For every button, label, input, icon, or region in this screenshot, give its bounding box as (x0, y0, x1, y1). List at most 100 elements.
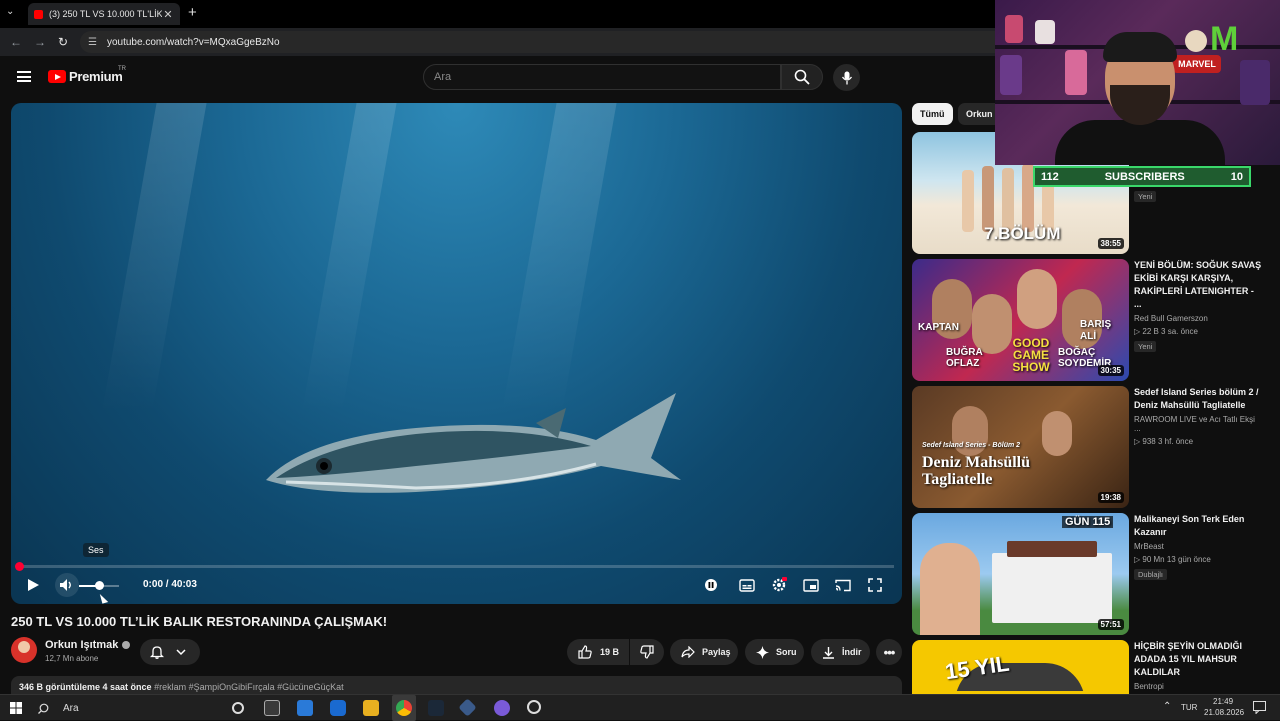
search-icon (38, 703, 49, 714)
subscriber-goal-target: 10 (1230, 170, 1243, 183)
chrome-icon[interactable] (396, 700, 412, 716)
new-tab-button[interactable]: + (188, 4, 197, 21)
thumbnail-name: BARIŞ ALİ (1080, 319, 1112, 342)
volume-thumb[interactable] (95, 581, 104, 590)
notifications-icon[interactable] (1253, 701, 1266, 714)
more-actions-button[interactable]: ••• (876, 639, 902, 665)
settings-button[interactable] (767, 573, 791, 597)
task-view-icon[interactable] (232, 702, 244, 714)
like-button[interactable]: 19 B (567, 639, 629, 665)
tab-title: (3) 250 TL VS 10.000 TL'LİK BALI (49, 9, 162, 19)
back-arrow-icon[interactable]: ← (10, 35, 22, 49)
recommendation-title[interactable]: Malikaneyi Son Terk Eden Kazanır (1134, 513, 1262, 539)
windows-start-icon[interactable] (10, 702, 22, 714)
recommendation-title[interactable]: YENİ BÖLÜM: SOĞUK SAVAŞ EKİBİ KARŞI KARŞ… (1134, 259, 1262, 311)
recommendation-channel[interactable]: Bentropi (1134, 682, 1262, 691)
input-language[interactable]: TUR (1181, 703, 1197, 712)
hamburger-menu-icon[interactable] (17, 71, 31, 82)
mail-icon[interactable] (330, 700, 346, 716)
subscriber-goal-current: 112 (1041, 170, 1059, 183)
obs-icon[interactable] (527, 700, 541, 714)
miniplayer-button[interactable] (799, 573, 823, 597)
bell-icon (150, 646, 164, 659)
views-and-date: 346 B görüntüleme 4 saat önce (19, 682, 152, 692)
play-button[interactable] (23, 573, 43, 597)
subtitles-icon (739, 578, 755, 592)
verified-badge-icon (122, 641, 131, 650)
gear-icon (772, 577, 787, 592)
video-thumbnail[interactable]: KAPTAN BARIŞ ALİ BUĞRA OFLAZ GOOD GAME S… (912, 259, 1129, 381)
app-icon[interactable] (458, 698, 477, 717)
sparkle-icon (756, 645, 769, 659)
download-label: İndir (842, 647, 862, 657)
description-box[interactable]: 346 B görüntüleme 4 saat önce #reklam #Ş… (11, 676, 902, 696)
search-icon (794, 69, 810, 85)
autoplay-toggle[interactable] (701, 573, 721, 597)
recommendation-info: Malikaneyi Son Terk Eden Kazanır MrBeast… (1134, 513, 1262, 582)
steam-icon[interactable] (428, 700, 444, 716)
youtube-favicon-icon (34, 9, 43, 19)
cast-button[interactable] (831, 573, 855, 597)
channel-name-row[interactable]: Orkun Işıtmak (45, 639, 131, 651)
progress-bar[interactable] (15, 562, 894, 571)
duration-badge: 19:38 (1097, 492, 1124, 503)
light-ray (101, 103, 211, 413)
discord-icon[interactable] (494, 700, 510, 716)
channel-avatar[interactable] (11, 637, 37, 663)
subscribe-notification-button[interactable] (140, 639, 200, 665)
collectible-figure (1000, 55, 1022, 95)
subscriber-goal-bar: 112 SUBSCRIBERS 10 (1033, 166, 1251, 187)
recommendation-channel[interactable]: MrBeast (1134, 542, 1262, 551)
youtube-logo-icon[interactable] (48, 70, 66, 83)
recommendation-item[interactable]: KAPTAN BARIŞ ALİ BUĞRA OFLAZ GOOD GAME S… (912, 259, 1272, 381)
hashtags[interactable]: #reklam #ŞampiOnGibiFırçala #GücüneGüçKa… (154, 682, 344, 692)
file-explorer-icon[interactable] (363, 700, 379, 716)
recommendation-item[interactable]: Sedef Island Series - Bölüm 2 Deniz Mahs… (912, 386, 1272, 508)
browser-tab[interactable]: (3) 250 TL VS 10.000 TL'LİK BALI ✕ (28, 3, 180, 25)
progress-scrubber[interactable] (15, 562, 24, 571)
mute-button[interactable] (55, 573, 79, 597)
recommendation-info: Sedef Island Series bölüm 2 / Deniz Mahs… (1134, 386, 1262, 446)
region-code: TR (118, 66, 126, 72)
duration-badge: 38:55 (1097, 238, 1124, 249)
site-info-icon[interactable]: ☰ (88, 37, 97, 48)
download-button[interactable]: İndir (811, 639, 870, 665)
subtitles-button[interactable] (735, 573, 759, 597)
channel-name[interactable]: Orkun Işıtmak (45, 639, 118, 651)
play-icon (28, 579, 39, 591)
clock-time[interactable]: 21:49 (1213, 697, 1233, 706)
thumbs-up-icon (578, 645, 592, 659)
clock-date[interactable]: 21.08.2026 (1204, 708, 1244, 717)
taskbar-search[interactable]: Ara (32, 698, 222, 718)
reload-icon[interactable]: ↻ (58, 35, 68, 49)
ask-button[interactable]: Soru (745, 639, 804, 665)
brand-label[interactable]: Premium (69, 69, 123, 84)
video-thumbnail[interactable]: GÜN 115 57:51 (912, 513, 1129, 635)
forward-arrow-icon[interactable]: → (34, 35, 46, 49)
widgets-icon[interactable] (264, 700, 280, 716)
recommendation-title[interactable]: Sedef Island Series bölüm 2 / Deniz Mahs… (1134, 386, 1262, 412)
fullscreen-button[interactable] (863, 573, 887, 597)
tray-chevron-icon[interactable]: ⌃ (1163, 701, 1171, 712)
recommendation-meta: ▷ 938 3 hf. önce (1134, 437, 1194, 446)
store-icon[interactable] (297, 700, 313, 716)
recommendation-item[interactable]: GÜN 115 57:51 Malikaneyi Son Terk Eden K… (912, 513, 1272, 635)
tab-close-icon[interactable]: ✕ (162, 8, 174, 21)
tab-list-chevron-icon[interactable]: ⌄ (6, 6, 14, 17)
share-button[interactable]: Paylaş (670, 639, 738, 665)
voice-search-button[interactable] (833, 64, 860, 91)
recommendation-title[interactable]: HİÇBİR ŞEYİN OLMADIĞI ADADA 15 YIL MAHSU… (1134, 640, 1262, 679)
video-player[interactable]: Ses 0:00 / 40:03 (11, 103, 902, 604)
dislike-button[interactable] (630, 639, 664, 665)
search-input[interactable]: Ara (423, 64, 781, 90)
monster-logo: M (1210, 20, 1239, 58)
recommendation-channel[interactable]: RAWROOM LIVE ve Acı Tatlı Ekşi ... (1134, 415, 1262, 433)
video-thumbnail[interactable]: Sedef Island Series - Bölüm 2 Deniz Mahs… (912, 386, 1129, 508)
recommendation-channel[interactable]: Red Bull Gamerszon (1134, 314, 1262, 323)
search-button[interactable] (781, 64, 823, 90)
recommendation-item[interactable]: 15 YIL HİÇBİR ŞEYİN OLMADIĞI ADADA 15 YI… (912, 640, 1272, 694)
thumbnail-series: Sedef Island Series - Bölüm 2 (922, 442, 1021, 449)
webcam-overlay: MARVEL M (995, 0, 1280, 165)
chip-all[interactable]: Tümü (912, 103, 953, 125)
video-thumbnail[interactable]: 15 YIL (912, 640, 1129, 694)
